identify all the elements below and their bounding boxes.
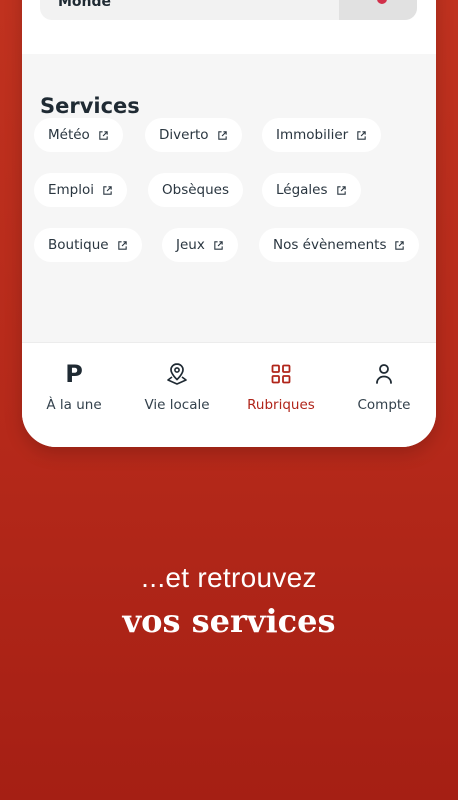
map-pin-icon (166, 359, 188, 389)
phone-screen: Monde Services Météo Diverto Immobilier … (22, 0, 436, 447)
service-label: Légales (276, 182, 328, 198)
service-pill-jeux[interactable]: Jeux (162, 228, 238, 262)
service-label: Boutique (48, 237, 109, 253)
nav-item-vie-locale[interactable]: Vie locale (125, 343, 229, 423)
service-pill-legales[interactable]: Légales (262, 173, 361, 207)
service-label: Jeux (176, 237, 205, 253)
service-pill-diverto[interactable]: Diverto (145, 118, 242, 152)
nav-label: Compte (357, 397, 411, 413)
nav-item-a-la-une[interactable]: P À la une (22, 343, 126, 423)
service-label: Diverto (159, 127, 209, 143)
service-label: Immobilier (276, 127, 349, 143)
service-label: Nos évènements (273, 237, 387, 253)
service-pill-emploi[interactable]: Emploi (34, 173, 128, 207)
external-link-icon (357, 130, 366, 140)
article-thumbnail (339, 0, 417, 20)
bottom-nav: P À la une Vie locale Rubriques Compte (22, 342, 436, 447)
service-label: Météo (48, 127, 90, 143)
user-icon (374, 359, 394, 389)
external-link-icon (99, 130, 108, 140)
p-logo-letter: P (65, 360, 83, 388)
tagline-line-2: vos services (122, 602, 336, 640)
service-pill-boutique[interactable]: Boutique (34, 228, 142, 262)
article-category-label: Monde (58, 0, 112, 10)
article-card[interactable]: Monde (40, 0, 417, 20)
p-logo-icon: P (65, 359, 83, 389)
external-link-icon (117, 240, 127, 250)
external-link-icon (217, 130, 227, 140)
thumbnail-detail (377, 0, 387, 4)
nav-label: À la une (46, 397, 102, 413)
service-pill-evenements[interactable]: Nos évènements (259, 228, 420, 262)
external-link-icon (336, 185, 346, 195)
grid-icon (271, 359, 291, 389)
external-link-icon (214, 240, 223, 250)
article-section: Monde (22, 0, 436, 54)
service-label: Obsèques (162, 182, 229, 198)
service-pill-meteo[interactable]: Météo (34, 118, 123, 152)
nav-label: Vie locale (144, 397, 210, 413)
external-link-icon (103, 185, 112, 195)
tagline-line-1: ...et retrouvez (141, 562, 317, 593)
service-pill-immobilier[interactable]: Immobilier (262, 118, 382, 152)
nav-item-compte[interactable]: Compte (332, 343, 436, 423)
nav-item-rubriques[interactable]: Rubriques (229, 343, 333, 423)
service-pill-obseques[interactable]: Obsèques (148, 173, 243, 207)
services-title: Services (40, 94, 140, 118)
promo-tagline: ...et retrouvez vos services (0, 562, 458, 640)
nav-label: Rubriques (247, 397, 315, 413)
service-label: Emploi (48, 182, 95, 198)
external-link-icon (395, 240, 405, 250)
